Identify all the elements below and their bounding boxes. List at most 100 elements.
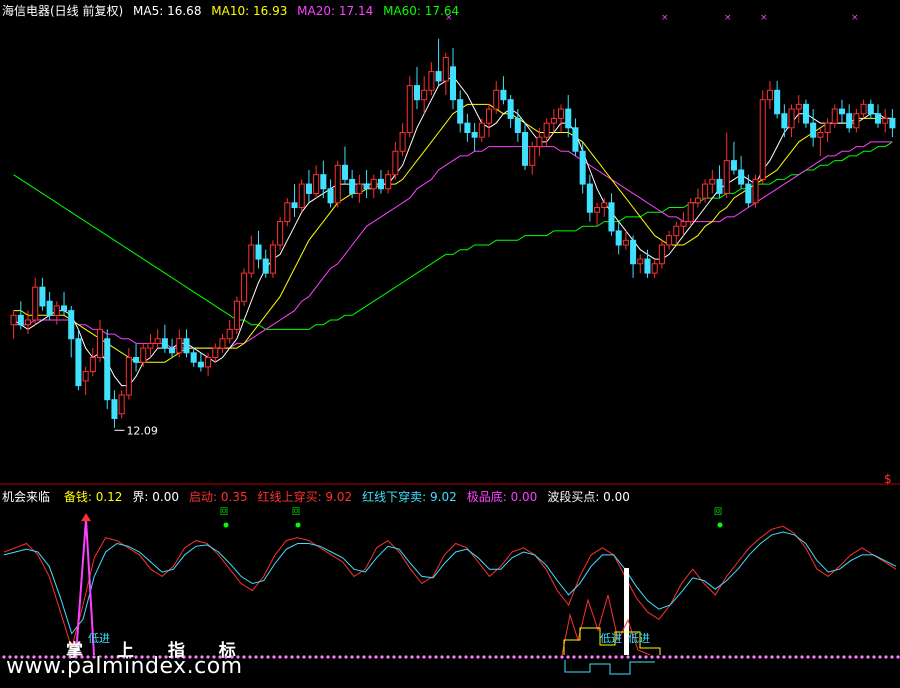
candle-body: [464, 122, 471, 133]
candle-body: [759, 99, 766, 180]
candle-body: [766, 89, 773, 101]
candle-body: [385, 174, 392, 190]
candle-body: [233, 300, 240, 330]
indicator-field-1: 界: 0.00: [132, 490, 179, 504]
candle-body: [125, 357, 132, 396]
candle-body: [68, 310, 75, 340]
candle-body: [89, 357, 96, 373]
candle-body: [370, 178, 377, 190]
candle-body: [442, 57, 449, 82]
baseline-dot: [686, 655, 690, 659]
candle-body: [874, 113, 882, 124]
candle-body: [738, 169, 745, 185]
indicator-field-4: 红线下穿卖: 9.02: [362, 490, 457, 504]
candle-body: [522, 132, 529, 166]
baseline-dot: [524, 655, 528, 659]
candle-body: [205, 357, 212, 368]
candle-body: [608, 202, 615, 232]
green-dot: [295, 522, 301, 528]
baseline-dot: [824, 655, 828, 659]
baseline-dot: [392, 655, 396, 659]
candle-body: [104, 338, 111, 401]
candle-body: [183, 338, 190, 354]
baseline-dot: [362, 655, 366, 659]
ma20-value: 17.14: [338, 4, 374, 18]
baseline-dot: [488, 655, 492, 659]
baseline-dot: [632, 655, 636, 659]
candle-body: [219, 338, 226, 349]
candle-body: [413, 85, 421, 101]
candle-body: [723, 160, 730, 194]
baseline-dot: [752, 655, 756, 659]
baseline-dot: [596, 655, 600, 659]
candle-body: [853, 113, 860, 129]
baseline-dot: [854, 655, 858, 659]
candle-body: [241, 272, 248, 302]
baseline-dot: [734, 655, 738, 659]
baseline-dot: [812, 655, 816, 659]
candle-body: [356, 183, 363, 194]
baseline-dot: [308, 655, 312, 659]
candle-body: [248, 244, 255, 274]
baseline-dot: [368, 655, 372, 659]
baseline-dot: [692, 655, 696, 659]
candle-body: [572, 127, 579, 152]
baseline-dot: [608, 655, 612, 659]
candle-body: [651, 263, 658, 274]
baseline-dot: [338, 655, 342, 659]
bottom-mark: 回: [292, 507, 300, 516]
signal-marker: ×: [760, 13, 768, 23]
ma5-label: MA5:: [133, 4, 164, 18]
baseline-dot: [458, 655, 462, 659]
candle-body: [154, 338, 161, 344]
baseline-dot: [704, 655, 708, 659]
indicator-line-1: [3, 531, 897, 635]
candle-body: [190, 352, 197, 363]
indicator-field-3: 红线上穿买: 9.02: [257, 490, 353, 504]
candle-body: [277, 221, 284, 246]
baseline-dot: [782, 655, 786, 659]
indicator-field-6: 波段买点: 0.00: [547, 490, 630, 504]
ma60-value: 17.64: [424, 4, 460, 18]
candle-body: [478, 122, 485, 138]
candle-body: [197, 361, 204, 368]
candle-body: [334, 164, 341, 204]
ma5-readout: MA5: 16.68: [133, 4, 201, 18]
baseline-dot: [350, 655, 354, 659]
baseline-dot: [866, 655, 870, 659]
baseline-dot: [680, 655, 684, 659]
candle-body: [802, 103, 809, 124]
candle-body: [543, 122, 550, 138]
baseline-dot: [872, 655, 876, 659]
baseline-dot: [422, 655, 426, 659]
watermark: www.palmindex.com: [6, 654, 243, 679]
baseline-dot: [764, 655, 768, 659]
baseline-dot: [446, 655, 450, 659]
candle-body: [363, 183, 370, 190]
baseline-dot: [584, 655, 588, 659]
baseline-dot: [896, 655, 900, 659]
candle-body: [377, 178, 384, 190]
baseline-dot: [356, 655, 360, 659]
candle-body: [449, 66, 457, 101]
baseline-dot: [272, 655, 276, 659]
scroll-marker[interactable]: $: [884, 472, 892, 486]
baseline-dot: [860, 655, 864, 659]
baseline-dot: [710, 655, 714, 659]
candle-body: [435, 71, 442, 82]
baseline-dot: [440, 655, 444, 659]
baseline-dot: [578, 655, 582, 659]
candle-body: [810, 122, 817, 138]
baseline-dot: [500, 655, 504, 659]
baseline-dot: [512, 655, 516, 659]
low-in-label: 低进: [600, 632, 622, 645]
candle-body: [889, 117, 896, 129]
ma60-label: MA60:: [383, 4, 421, 18]
baseline-dot: [638, 655, 642, 659]
candle-body: [637, 258, 644, 265]
baseline-dot: [878, 655, 882, 659]
baseline-dot: [746, 655, 750, 659]
baseline-dot: [890, 655, 894, 659]
baseline-dot: [260, 655, 264, 659]
candle-body: [788, 108, 795, 129]
